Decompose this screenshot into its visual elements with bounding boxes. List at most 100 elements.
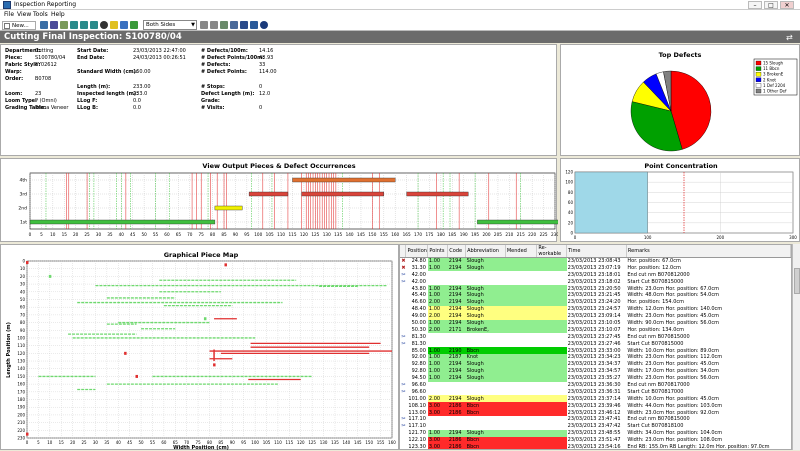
table-row[interactable]: ✂ 96.60 23/03/2013 23:36:30 End cut nm B070… <box>400 382 791 389</box>
menu-file[interactable]: File <box>4 11 14 18</box>
piece-bar <box>301 191 385 197</box>
chart-icon[interactable] <box>130 21 138 29</box>
search-icon[interactable] <box>250 21 258 29</box>
table-scrollbar[interactable] <box>792 244 800 450</box>
cell-time: 23/03/2013 23:24:20 <box>567 299 621 306</box>
cell-remarks: End cut nm B070815000 <box>627 416 690 423</box>
cell-code: 2186 <box>447 436 466 444</box>
info-label: Defect Length (m): <box>201 90 255 97</box>
table-row[interactable]: 108.10 3.00 2186 Bbcn 23/03/2013 23:39:46 Wid… <box>400 402 791 410</box>
piecemap-ytick: 110 <box>17 343 25 348</box>
legend-swatch <box>755 60 762 66</box>
table-row[interactable]: 50.00 1.00 2194 Slough 23/03/2013 23:10:05 Wi… <box>400 319 791 327</box>
table-row[interactable]: 48.40 1.00 2194 Slough 23/03/2013 23:24:57 Wi… <box>400 305 791 313</box>
table-row[interactable]: 101.00 2.00 2194 Slough 23/03/2013 23:37:14 W… <box>400 395 791 403</box>
export-icon[interactable] <box>120 21 128 29</box>
cell-time: 23/03/2013 23:34:23 <box>567 354 621 361</box>
cell-code: 2194 <box>447 429 466 437</box>
table-row[interactable]: 50.30 2.00 2171 BrokenE, 23/03/2013 23:10:07… <box>400 326 791 334</box>
menu-tools[interactable]: Tools <box>33 11 48 18</box>
table-row[interactable]: 85.00 1.00 2190 Bbcn 23/03/2013 23:33:00 Widt… <box>400 347 791 354</box>
cell-abbreviation: Slough <box>465 298 506 306</box>
globe-icon[interactable] <box>260 21 268 29</box>
menu-view[interactable]: View <box>17 11 31 18</box>
cell-reworkable <box>536 402 567 410</box>
pieces-xtick: 165 <box>403 232 411 237</box>
side-select[interactable]: Both Sides ▼ <box>143 20 197 30</box>
concentration-title: Point Concentration <box>644 162 718 170</box>
cell-position: 121.70 <box>408 430 426 437</box>
table-header-cell: Abbreviation <box>465 245 506 258</box>
table-row[interactable]: ✂ 117.10 23/03/2013 23:47:41 End cut nm B07… <box>400 416 791 423</box>
table-row[interactable]: 121.70 1.00 2194 Slough 23/03/2013 23:48:55 W… <box>400 429 791 437</box>
scrollbar-thumb[interactable] <box>794 268 800 294</box>
arrow-icon[interactable]: ⇄ <box>786 33 793 42</box>
list-icon[interactable] <box>210 21 218 29</box>
cell-mended <box>505 353 537 361</box>
info-value: 0.0 <box>133 97 141 104</box>
cell-points <box>428 271 448 278</box>
cell-time: 23/03/2013 23:35:27 <box>567 375 621 382</box>
table-row[interactable]: ✖ 24.80 1.00 2194 Slough 23/03/2013 23:08:43 H… <box>400 257 791 265</box>
table-row[interactable]: ✂ 81.30 23/03/2013 23:27:45 End cut nm B070… <box>400 333 791 340</box>
cell-remarks: Width: 48.0cm Hor. position: 54.0cm <box>627 292 719 299</box>
close-button[interactable]: ✕ <box>780 1 794 9</box>
grid-icon[interactable] <box>200 21 208 29</box>
cell-remarks: Width: 23.0cm Hor. position: 92.0cm <box>627 409 719 416</box>
cell-reworkable <box>537 340 567 347</box>
back-icon[interactable] <box>80 21 88 29</box>
table-row[interactable]: ✂ 117.10 23/03/2013 23:47:42 Start Cut B070… <box>400 423 791 430</box>
refresh-icon[interactable] <box>70 21 78 29</box>
table-row[interactable]: 49.00 2.00 2194 Slough 23/03/2013 23:09:14 Wi… <box>400 312 791 320</box>
maximize-button[interactable]: □ <box>764 1 778 9</box>
table-row[interactable]: ✂ 96.60 23/03/2013 23:36:31 Start Cut B0708… <box>400 388 791 395</box>
info-value: Prima Veneer <box>35 104 69 111</box>
table-row[interactable]: 43.80 1.00 2194 Slough 23/03/2013 23:20:50 Wi… <box>400 285 791 292</box>
cell-remarks: Hor. position: 67.0cm <box>627 258 681 265</box>
new-button[interactable]: New... <box>2 21 36 30</box>
zoom-icon[interactable] <box>220 21 228 29</box>
warning-icon[interactable] <box>110 21 118 29</box>
piecemap-ytick: 90 <box>20 328 26 333</box>
table-row[interactable]: 92.80 1.00 2194 Slough 23/03/2013 23:34:37 Wi… <box>400 360 791 368</box>
cell-mended <box>505 326 537 334</box>
menu-help[interactable]: Help <box>51 11 65 18</box>
cell-position: 81.30 <box>411 340 426 347</box>
table-row[interactable]: 46.60 2.00 2194 Slough 23/03/2013 23:24:20 Ho… <box>400 298 791 306</box>
minimize-button[interactable]: – <box>748 1 762 9</box>
cell-mended <box>505 285 537 292</box>
cell-mended <box>505 423 537 430</box>
cell-abbreviation: Knot <box>465 353 506 361</box>
open-folder-icon[interactable] <box>40 21 48 29</box>
cell-mended <box>505 374 537 382</box>
settings-icon[interactable] <box>230 21 238 29</box>
record-icon[interactable] <box>100 21 108 29</box>
piecemap-xtick: 100 <box>251 440 259 445</box>
cell-time: 23/03/2013 23:34:57 <box>567 368 621 375</box>
table-row[interactable]: ✂ 42.00 23/03/2013 23:18:01 End cut nm B070… <box>400 271 791 278</box>
cell-mended <box>505 278 537 285</box>
defect-marker <box>224 263 227 267</box>
cell-reworkable <box>536 347 567 354</box>
piecemap-ytick: 170 <box>17 389 25 394</box>
table-row[interactable]: ✂ 42.00 23/03/2013 23:18:02 Start Cut B0708… <box>400 278 791 285</box>
save-icon[interactable] <box>50 21 58 29</box>
print-icon[interactable] <box>60 21 68 29</box>
table-row[interactable]: ✖ 31.30 1.00 2194 Slough 23/03/2013 23:07:19 H… <box>400 264 791 272</box>
filter-icon[interactable] <box>240 21 248 29</box>
cell-position: 96.60 <box>411 381 426 388</box>
table-row[interactable]: 92.80 1.00 2194 Slough 23/03/2013 23:34:57 Wi… <box>400 367 791 375</box>
table-row[interactable]: 113.00 3.00 2186 Bbcn 23/03/2013 23:46:12 Wid… <box>400 409 791 416</box>
piecemap-ytick: 230 <box>17 436 25 441</box>
table-row[interactable]: 122.10 3.00 2186 Bbcn 23/03/2013 23:51:47 Wid… <box>400 436 791 444</box>
forward-icon[interactable] <box>90 21 98 29</box>
table-row[interactable]: 94.50 1.00 2194 Slough 23/03/2013 23:35:27 Wi… <box>400 374 791 382</box>
pieces-xtick: 55 <box>153 232 159 237</box>
table-row[interactable]: 92.00 1.00 2187 Knot 23/03/2013 23:34:23 Widt… <box>400 353 791 361</box>
legend-swatch <box>755 77 762 82</box>
cell-points: 3.00 <box>427 436 448 444</box>
table-row[interactable]: ✂ 81.30 23/03/2013 23:27:46 Start Cut B0708… <box>400 340 791 347</box>
table-row[interactable]: 123.30 3.00 2186 Bbcn 23/03/2013 23:54:16 End… <box>400 443 791 449</box>
table-row[interactable]: 45.40 1.00 2194 Slough 23/03/2013 23:21:45 Wi… <box>400 291 791 299</box>
pieces-xtick: 215 <box>517 232 525 237</box>
